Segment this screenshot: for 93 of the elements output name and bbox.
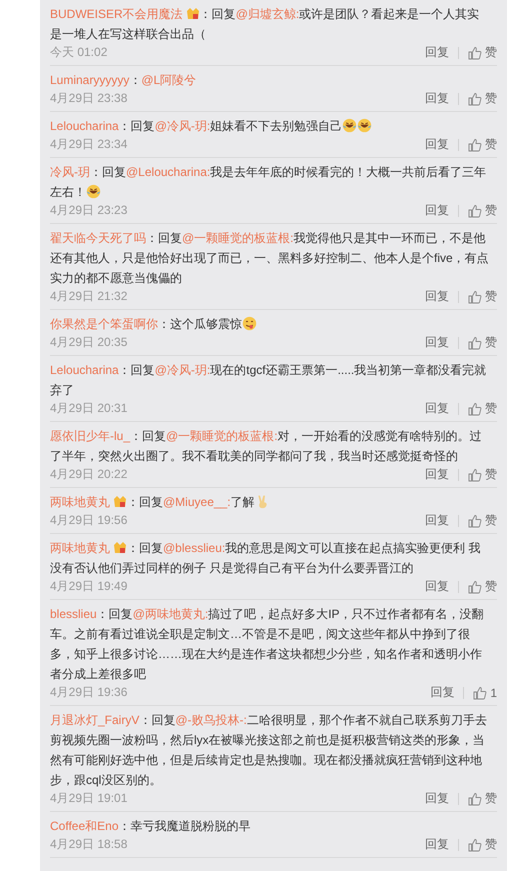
user-link[interactable]: BUDWEISER不会用魔法 [50, 7, 183, 21]
comment-text: BUDWEISER不会用魔法 ：回复@归墟玄鲸:或许是团队？看起来是一个人其实是一堆人在写这样联合出品（ [50, 5, 480, 43]
reply-link[interactable]: 回复 [425, 512, 449, 529]
reply-link[interactable]: 回复 [425, 790, 449, 807]
comment-time: 4月29日 20:31 [50, 400, 128, 417]
comment-time: 4月29日 20:22 [50, 466, 128, 483]
comment-time: 4月29日 20:35 [50, 334, 128, 351]
user-link[interactable]: 两味地黄丸 [50, 495, 110, 509]
like-button[interactable]: 1 [473, 686, 497, 700]
like-button[interactable]: 赞 [468, 790, 497, 807]
like-button[interactable]: 赞 [468, 466, 497, 483]
mention-link[interactable]: @两味地黄丸: [132, 607, 208, 621]
thumbs-up-icon [468, 838, 482, 852]
comment-time: 4月29日 18:58 [50, 836, 128, 853]
reply-link[interactable]: 回复 [425, 334, 449, 351]
comment-time: 4月29日 19:56 [50, 512, 128, 529]
user-link[interactable]: 你果然是个笨蛋啊你 [50, 317, 158, 331]
user-link[interactable]: Luminaryyyyyy [50, 73, 130, 87]
comment-time: 4月29日 21:32 [50, 288, 128, 305]
mention-link[interactable]: @归墟玄鲸: [236, 7, 300, 21]
thumbs-up-icon [468, 138, 482, 152]
user-link[interactable]: Coffee和Eno [50, 819, 118, 833]
mention-link[interactable]: @一颗睡觉的板蓝根: [166, 429, 278, 443]
like-button[interactable]: 赞 [468, 836, 497, 853]
thumbs-up-icon [468, 204, 482, 218]
reply-link[interactable]: 回复 [425, 466, 449, 483]
thumbs-up-icon [468, 92, 482, 106]
thumbs-up-icon [473, 686, 488, 700]
reply-link[interactable]: 回复 [425, 44, 449, 61]
mention-link[interactable]: @冷风-玥: [154, 119, 210, 133]
comment-text: blesslieu：回复@两味地黄丸:搞过了吧，起点好多大IP，只不过作者都有名，没翻车。之前有看过谁说全职是定制文…不管是不是吧，阅文这些年都从中挣到了很多，知乎上很多讨论……现在大约是连作者这块都想少分些，知名作者和透明小作者分成上差很多吧 [50, 606, 485, 683]
reply-link[interactable]: 回复 [425, 288, 449, 305]
like-button[interactable]: 赞 [468, 44, 497, 61]
comment-time: 4月29日 19:49 [50, 578, 128, 595]
thumbs-up-icon [468, 514, 482, 528]
user-link[interactable]: blesslieu [50, 607, 97, 621]
comment-text: 月退冰灯_FairyV：回复@-败鸟投林-:二哈很明显，那个作者不就自己联系剪刀手去剪视频先圈一波粉吗，然后lyx在被曝光接这部之前也是挺积极营销这类的形象，当然有可能刚好选中他，但是后续肯定也是热搜咖。现在都没播就疯狂营销到这种地步，跟cql没区别的。 [50, 712, 488, 789]
user-link[interactable]: 冷风-玥 [50, 165, 90, 179]
comment-time: 今天 01:02 [50, 44, 108, 61]
thumbs-up-icon [468, 46, 482, 60]
mention-link[interactable]: @冷风-玥: [154, 363, 210, 377]
comment-text: 两味地黄丸 ：回复@Miuyee__:了解 [50, 492, 497, 512]
reply-link[interactable]: 回复 [425, 202, 449, 219]
like-button[interactable]: 赞 [468, 578, 497, 595]
like-button[interactable]: 赞 [468, 512, 497, 529]
comment-time: 4月29日 19:36 [50, 684, 128, 701]
reply-link[interactable]: 回复 [425, 400, 449, 417]
comment-time: 4月29日 23:38 [50, 90, 128, 107]
reply-link[interactable]: 回复 [425, 90, 449, 107]
reply-link[interactable]: 回复 [425, 136, 449, 153]
comment-text: Luminaryyyyyy：@L阿陵兮 [50, 72, 198, 89]
thumbs-up-icon [468, 290, 482, 304]
reply-link[interactable]: 回复 [425, 836, 449, 853]
comment-time: 4月29日 19:01 [50, 790, 128, 807]
user-link[interactable]: Leloucharina [50, 363, 119, 377]
like-button[interactable]: 赞 [468, 400, 497, 417]
laughing-emoji-icon [357, 118, 372, 133]
user-link[interactable]: 愿依旧少年-lu_ [50, 429, 130, 443]
user-link[interactable]: Leloucharina [50, 119, 119, 133]
mention-link[interactable]: @-败鸟投林-: [175, 713, 247, 727]
user-link[interactable]: 两味地黄丸 [50, 541, 110, 555]
user-link[interactable]: 翟天临今天死了吗 [50, 231, 146, 245]
comment-text: Leloucharina：回复@冷风-玥:姐妹看不下去别勉强自己 [50, 116, 497, 136]
comment-text: 两味地黄丸 ：回复@blesslieu:我的意思是阅文可以直接在起点搞实验更便利 我没有否认他们弄过同样的例子 只是觉得自己有平台为什么要弄晋江的 [50, 539, 482, 577]
user-link[interactable]: 月退冰灯_FairyV [50, 713, 140, 727]
thumbs-up-icon [468, 468, 482, 482]
thumbs-up-icon [468, 402, 482, 416]
like-button[interactable]: 赞 [468, 202, 497, 219]
comment-text: 你果然是个笨蛋啊你：这个瓜够震惊 [50, 314, 497, 334]
like-button[interactable]: 赞 [468, 90, 497, 107]
comment-text: Leloucharina：回复@冷风-玥:现在的tgcf还霸王票第一.....我当初第一章都没看完就弃了 [50, 362, 488, 399]
comment-text: 冷风-玥：回复@Leloucharina:我是去年年底的时候看完的！大概一共前后看了三年左右！ [50, 164, 488, 201]
thumbs-up-icon [468, 580, 482, 594]
thumbs-up-icon [468, 792, 482, 806]
comment-text: 翟天临今天死了吗：回复@一颗睡觉的板蓝根:我觉得他只是其中一环而已，不是他还有其他人，只是他恰好出现了而已，一、黑料多好控制二、他本人是个five，有点实力的都不愿意当傀儡的 [50, 230, 490, 287]
comment-time: 4月29日 23:23 [50, 202, 128, 219]
comment-time: 4月29日 23:34 [50, 136, 128, 153]
mention-link[interactable]: @Leloucharina: [126, 165, 210, 179]
reply-link[interactable]: 回复 [430, 684, 454, 701]
like-button[interactable]: 赞 [468, 136, 497, 153]
mention-link[interactable]: @L阿陵兮 [141, 73, 196, 87]
thumbs-up-icon [468, 336, 482, 350]
like-button[interactable]: 赞 [468, 288, 497, 305]
laughing-emoji-icon [86, 184, 101, 199]
mention-link[interactable]: @一颗睡觉的板蓝根: [182, 231, 294, 245]
comment-text: Coffee和Eno：幸亏我魔道脱粉脱的早 [50, 818, 252, 835]
reply-link[interactable]: 回复 [425, 578, 449, 595]
laughing-emoji-icon [342, 118, 358, 133]
smiling-tongue-emoji-icon [242, 316, 257, 331]
comment-text: 愿依旧少年-lu_：回复@一颗睡觉的板蓝根:对，一开始看的没感觉有啥特别的。过了半年，突然火出圈了。我不看耽美的同学都问了我，我当时还感觉挺奇怪的 [50, 428, 483, 465]
mention-link[interactable]: @blesslieu: [163, 541, 226, 555]
mention-link[interactable]: @Miuyee__: [163, 495, 231, 509]
like-button[interactable]: 赞 [468, 334, 497, 351]
